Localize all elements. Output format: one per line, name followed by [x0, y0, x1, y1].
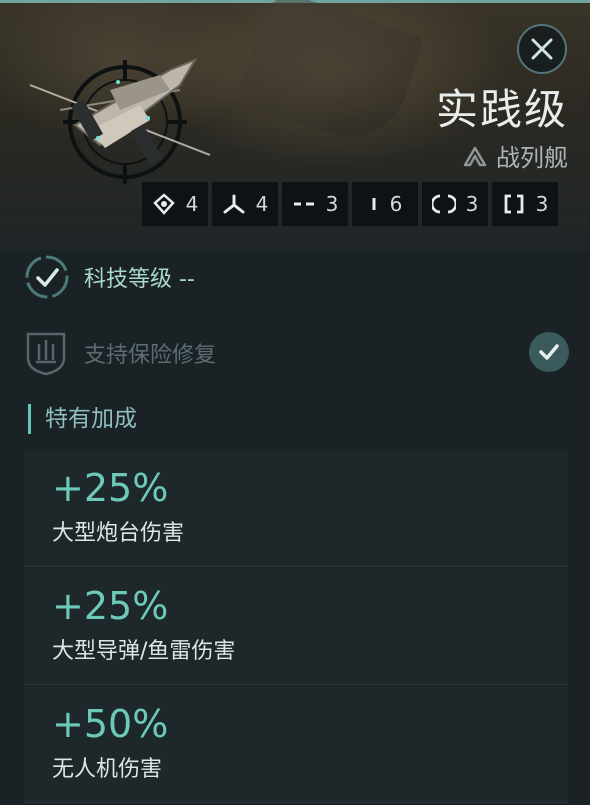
bonus-label: 大型导弹/鱼雷伤害 [52, 639, 236, 664]
ship-render-icon [29, 57, 211, 184]
battleship-chevron-icon [463, 146, 487, 166]
slot-count: 4 [185, 192, 199, 216]
high-slot: 6 [352, 182, 418, 226]
low-slot-icon [293, 202, 314, 206]
turret-slot-icon [152, 193, 175, 215]
slot-count: 3 [325, 192, 339, 216]
ship-name: 实践级 [435, 85, 568, 134]
bonus-value: +50% [52, 702, 169, 746]
ship-class-label: 战列舰 [496, 144, 568, 172]
slot-count: 4 [255, 192, 269, 216]
drone-slot-icon [223, 194, 245, 214]
tech-level-label: 科技等级 -- [84, 267, 195, 292]
background-asteroid [235, 0, 425, 152]
ship-hero-banner: 实践级 战列舰 4 4 3 6 3 3 [0, 0, 590, 250]
fitting-slots: 4 4 3 6 3 3 [142, 182, 558, 226]
bonus-item: +25% 大型导弹/鱼雷伤害 [24, 569, 568, 685]
insurance-row: 支持保险修复 [24, 330, 569, 376]
ship-class: 战列舰 [462, 138, 568, 173]
low-slot: 3 [282, 182, 348, 226]
rig-slot: 3 [492, 182, 558, 226]
bonus-value: +25% [52, 466, 169, 510]
mid-slot: 3 [422, 182, 488, 226]
high-slot-icon [372, 198, 376, 210]
drone-slot: 4 [212, 182, 278, 226]
bonus-section-title: 特有加成 [28, 404, 137, 434]
tech-level-check-icon [25, 255, 69, 299]
tech-level-row: 科技等级 -- [24, 254, 195, 300]
turret-slot: 4 [142, 182, 208, 226]
insurance-check [529, 332, 569, 372]
slot-count: 3 [535, 192, 549, 216]
bonus-label: 无人机伤害 [52, 757, 163, 782]
slot-count: 6 [389, 192, 403, 216]
check-icon [539, 344, 559, 360]
insurance-label: 支持保险修复 [84, 343, 217, 368]
slot-count: 3 [465, 192, 479, 216]
close-icon [531, 38, 553, 60]
bonus-label: 大型炮台伤害 [52, 521, 185, 546]
bonus-value: +25% [52, 584, 169, 628]
close-button[interactable] [517, 24, 567, 74]
bonus-list: +25% 大型炮台伤害 +25% 大型导弹/鱼雷伤害 +50% 无人机伤害 [24, 451, 568, 805]
mid-slot-icon [431, 194, 456, 214]
rig-slot-icon [504, 194, 524, 214]
insurance-shield-icon [26, 332, 66, 376]
bonus-item: +25% 大型炮台伤害 [24, 451, 568, 567]
bonus-item: +50% 无人机伤害 [24, 687, 568, 803]
